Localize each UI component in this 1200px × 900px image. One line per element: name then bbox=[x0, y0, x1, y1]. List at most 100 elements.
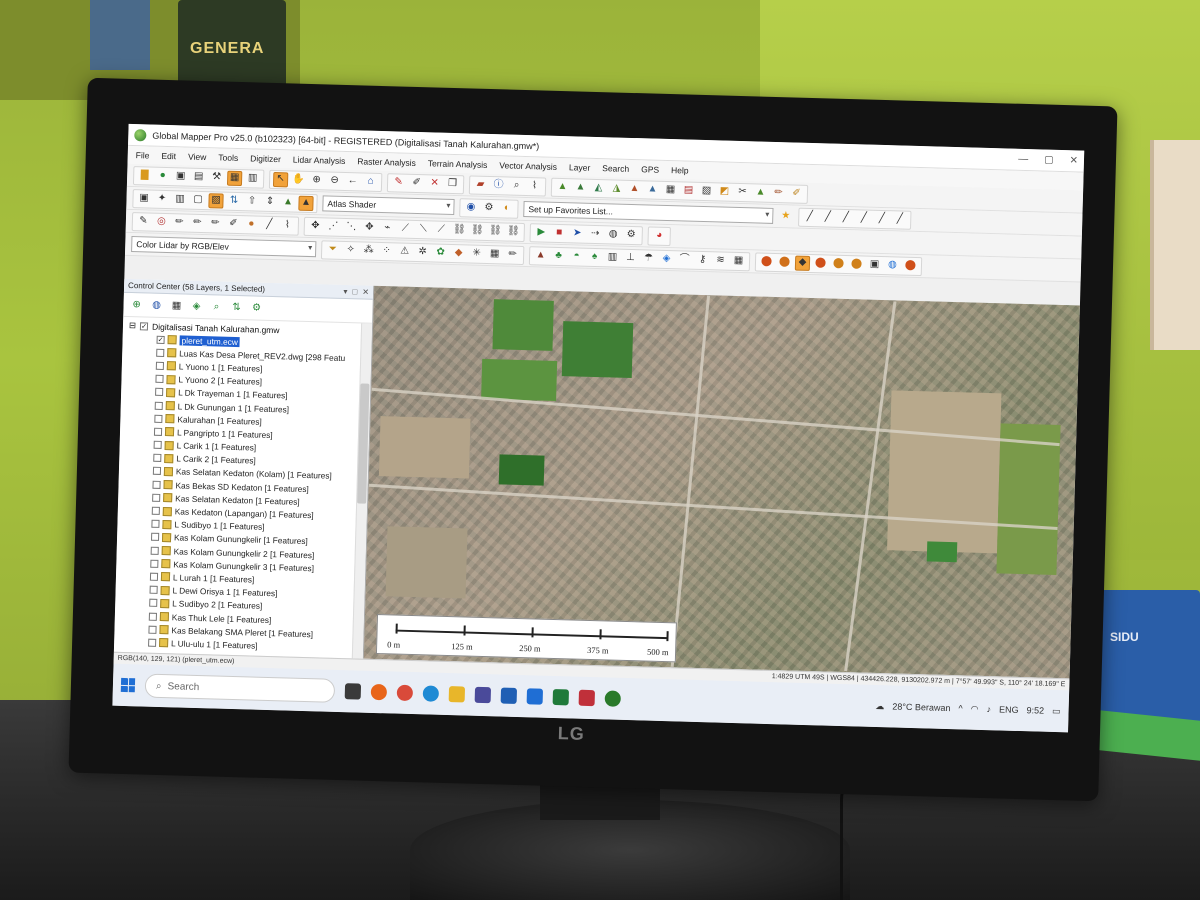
node-icon[interactable]: ⋱ bbox=[344, 219, 359, 234]
layer-checkbox[interactable] bbox=[149, 585, 158, 595]
terrain-icon[interactable]: ▲ bbox=[555, 179, 570, 194]
filter-icon[interactable]: ⏷ bbox=[325, 242, 340, 257]
map-layout-icon[interactable]: ▧ bbox=[699, 183, 714, 198]
cluster-icon[interactable]: ✲ bbox=[415, 244, 430, 259]
color-map-icon[interactable]: ◩ bbox=[717, 184, 732, 199]
close-icon[interactable]: ✕ bbox=[1069, 155, 1078, 166]
join-icon[interactable]: ⟍ bbox=[416, 221, 431, 236]
overlay-control-icon[interactable]: ▦ bbox=[226, 170, 243, 186]
edge-icon[interactable] bbox=[422, 685, 440, 702]
maximize-icon[interactable]: ▢ bbox=[1044, 154, 1054, 165]
file-explorer-icon[interactable] bbox=[448, 686, 466, 703]
excel-icon[interactable] bbox=[552, 688, 570, 706]
open-folder-icon[interactable]: ▇ bbox=[137, 168, 152, 183]
pin-active-icon[interactable]: ◆ bbox=[794, 255, 811, 271]
building-icon[interactable]: ▥ bbox=[605, 250, 620, 265]
copy-feature-icon[interactable]: ❐ bbox=[445, 176, 460, 191]
stop-icon[interactable]: ■ bbox=[552, 225, 567, 240]
menu-gps[interactable]: GPS bbox=[641, 164, 659, 174]
lidar-edit-icon[interactable]: ✏ bbox=[505, 247, 520, 262]
layer-window-icon[interactable]: ▥ bbox=[245, 171, 260, 186]
lidar-pencil-2-icon[interactable]: ✏ bbox=[190, 215, 205, 230]
pan-hand-icon[interactable]: ✋ bbox=[291, 172, 306, 187]
menu-search[interactable]: Search bbox=[602, 163, 629, 174]
vertex-icon[interactable]: ⋰ bbox=[326, 219, 341, 234]
grid-points-icon[interactable]: ⁂ bbox=[361, 243, 376, 258]
lidar-draw-icon[interactable]: ✎ bbox=[136, 214, 151, 229]
play-icon[interactable]: ▶ bbox=[534, 225, 549, 240]
layer-zoom-icon[interactable]: ⌕ bbox=[209, 300, 223, 314]
lidar-pencil-icon[interactable]: ✏ bbox=[172, 215, 187, 230]
path-profile-icon[interactable]: ⌇ bbox=[527, 179, 542, 194]
menu-tools[interactable]: Tools bbox=[218, 152, 238, 163]
settings-gear-icon[interactable]: ⚙ bbox=[481, 200, 496, 215]
pin-icon[interactable]: ⬤ bbox=[759, 254, 774, 269]
menu-layer[interactable]: Layer bbox=[569, 162, 591, 173]
zoom-in-icon[interactable]: ⊕ bbox=[309, 172, 324, 187]
delete-feature-icon[interactable]: ✕ bbox=[427, 176, 442, 191]
surface-icon[interactable]: ◆ bbox=[451, 245, 466, 260]
shader-select[interactable]: Atlas Shader bbox=[322, 195, 455, 216]
noise-icon[interactable]: ✳ bbox=[469, 246, 484, 261]
layer-options-icon[interactable]: ◈ bbox=[189, 299, 203, 313]
lidar-group-icon[interactable]: ● bbox=[244, 217, 259, 232]
save-icon[interactable]: ▣ bbox=[173, 169, 188, 184]
box-icon[interactable]: ▢ bbox=[190, 192, 205, 207]
panel-close-icon[interactable]: ✕ bbox=[362, 288, 369, 297]
menu-lidar-analysis[interactable]: Lidar Analysis bbox=[293, 155, 346, 166]
pointer-icon[interactable]: ↖ bbox=[272, 171, 289, 187]
layer-checkbox[interactable] bbox=[151, 506, 160, 515]
layer-globe-icon[interactable]: ◍ bbox=[149, 298, 163, 312]
layer-table-icon[interactable]: ▦ bbox=[169, 299, 183, 313]
breakline-icon[interactable]: ⌒ bbox=[677, 252, 692, 267]
layer-checkbox[interactable] bbox=[155, 361, 164, 370]
table-icon[interactable]: ▤ bbox=[681, 183, 696, 198]
terrain-shader-icon[interactable]: ▲ bbox=[573, 180, 588, 195]
reshape-icon[interactable]: ⟋ bbox=[434, 222, 449, 237]
pin-2-icon[interactable]: ⬤ bbox=[777, 255, 792, 270]
layer-checkbox[interactable] bbox=[153, 454, 162, 463]
word-icon[interactable] bbox=[500, 687, 518, 704]
layer-checkbox[interactable] bbox=[150, 559, 159, 568]
layer-checkbox[interactable] bbox=[150, 546, 159, 555]
wires-icon[interactable]: ≋ bbox=[713, 253, 728, 268]
hill-icon[interactable]: ◓ bbox=[569, 249, 584, 264]
mountain-icon[interactable]: ▲ bbox=[533, 248, 548, 263]
pin-6-icon[interactable]: ⬤ bbox=[903, 258, 918, 273]
layer-checkbox[interactable] bbox=[155, 374, 164, 384]
shaded-relief-icon[interactable]: ▲ bbox=[298, 195, 314, 211]
layer-checkbox[interactable] bbox=[152, 493, 161, 502]
lidar-line-icon[interactable]: ╱ bbox=[262, 217, 277, 232]
outlook-icon[interactable] bbox=[526, 688, 544, 705]
contour-icon[interactable]: ◮ bbox=[609, 181, 624, 196]
pencil-icon[interactable]: ✎ bbox=[391, 175, 406, 190]
windows-start-icon[interactable] bbox=[120, 677, 136, 693]
network-icon[interactable]: ◠ bbox=[971, 703, 979, 714]
pole-icon[interactable]: ⊥ bbox=[623, 250, 638, 265]
taskbar-search[interactable]: ⌕ Search bbox=[144, 673, 336, 703]
move-2-icon[interactable]: ✥ bbox=[362, 220, 377, 235]
layer-checkbox[interactable] bbox=[148, 612, 158, 621]
draw-line-2-icon[interactable]: ╱ bbox=[820, 210, 835, 225]
classify-icon[interactable]: ✧ bbox=[343, 242, 358, 257]
zoom-out-icon[interactable]: ⊖ bbox=[327, 173, 342, 188]
points-icon[interactable]: ⁘ bbox=[379, 243, 394, 258]
menu-digitizer[interactable]: Digitizer bbox=[250, 153, 281, 164]
draw-line-6-icon[interactable]: ╱ bbox=[892, 212, 907, 227]
menu-raster-analysis[interactable]: Raster Analysis bbox=[357, 156, 416, 168]
chrome-icon[interactable] bbox=[396, 684, 414, 702]
feature-tool-icon[interactable]: ✦ bbox=[154, 191, 169, 206]
link-icon[interactable]: ⛓ bbox=[452, 222, 467, 237]
minimize-icon[interactable]: — bbox=[1018, 154, 1028, 165]
watershed-icon[interactable]: ▲ bbox=[627, 181, 642, 196]
move-icon[interactable]: ✥ bbox=[308, 218, 323, 233]
paint-icon[interactable]: ✐ bbox=[789, 186, 804, 201]
pin-3-icon[interactable]: ⬤ bbox=[813, 256, 828, 271]
draw-line-4-icon[interactable]: ╱ bbox=[856, 211, 871, 226]
pin-square-icon[interactable]: ▣ bbox=[867, 257, 882, 272]
favorite-star-icon[interactable]: ★ bbox=[778, 209, 793, 224]
building-points-icon[interactable]: ▦ bbox=[487, 246, 502, 261]
target-icon[interactable]: ◎ bbox=[154, 214, 169, 229]
favorites-select[interactable]: Set up Favorites List... bbox=[523, 200, 774, 224]
lidar-pencil-3-icon[interactable]: ✏ bbox=[208, 216, 223, 231]
